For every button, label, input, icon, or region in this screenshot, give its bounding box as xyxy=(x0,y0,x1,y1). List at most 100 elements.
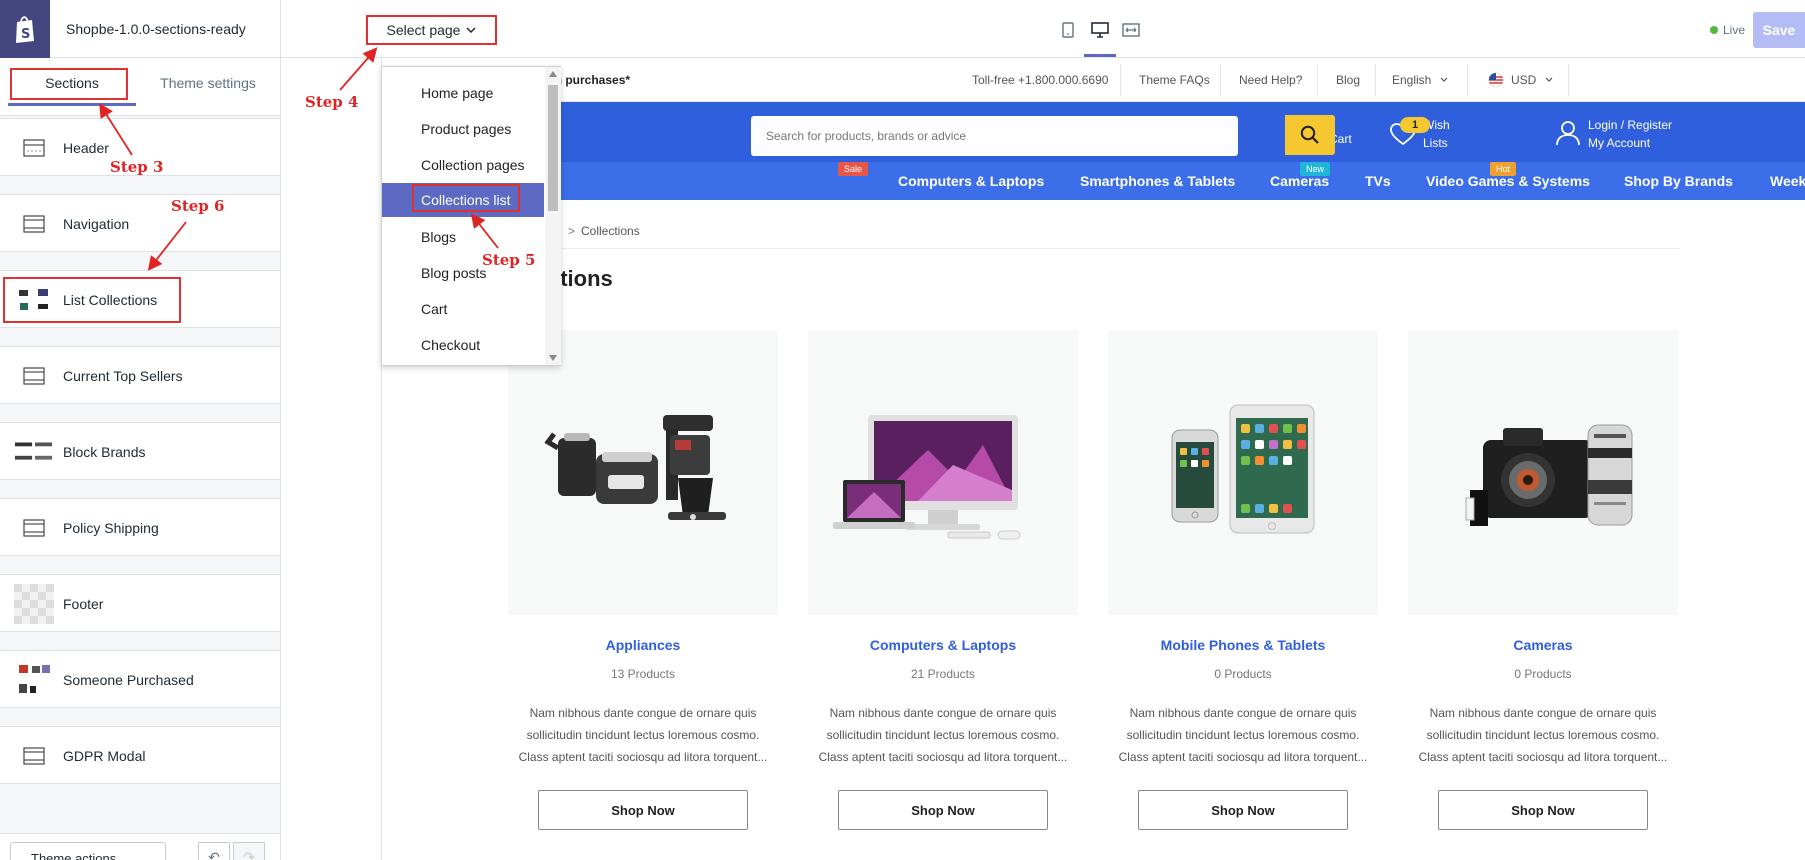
section-item-policy-shipping[interactable]: Policy Shipping xyxy=(0,498,280,556)
divider xyxy=(1568,64,1569,96)
section-label: Block Brands xyxy=(63,444,146,460)
theme-faqs-link[interactable]: Theme FAQs xyxy=(1139,58,1210,101)
section-layout-icon xyxy=(14,364,54,388)
collection-title[interactable]: Appliances xyxy=(508,637,778,653)
collection-count: 13 Products xyxy=(610,667,676,681)
menu-scrollbar[interactable] xyxy=(545,67,561,365)
step6-annotation: Step 6 xyxy=(171,197,225,215)
desktop-view-icon[interactable] xyxy=(1090,20,1110,40)
breadcrumb-divider xyxy=(382,248,1680,249)
section-item-block-brands[interactable]: Block Brands xyxy=(0,422,280,480)
camera-image[interactable] xyxy=(1408,330,1678,615)
sale-tag: Sale xyxy=(838,162,869,176)
appliances-image[interactable] xyxy=(508,330,778,615)
divider xyxy=(1467,64,1468,96)
nav-item-weekly-deals[interactable]: Weekly Deals xyxy=(1770,173,1805,189)
section-label: Policy Shipping xyxy=(63,520,159,536)
cart-count-badge: 1 xyxy=(1400,117,1430,133)
breadcrumb-separator: > xyxy=(568,224,576,238)
menu-item-cart[interactable]: Cart xyxy=(382,292,544,326)
login-register-link[interactable]: Login / Register xyxy=(1588,116,1672,134)
scroll-up-icon[interactable] xyxy=(549,71,557,77)
sidebar-tabs: Sections Theme settings xyxy=(0,58,280,116)
section-label: Navigation xyxy=(63,216,130,232)
chevron-down-icon xyxy=(1545,77,1553,82)
fullscreen-view-icon[interactable] xyxy=(1121,20,1141,40)
step4-annotation: Step 4 xyxy=(305,93,359,111)
shop-now-button[interactable]: Shop Now xyxy=(1138,790,1348,830)
collection-count: 0 Products xyxy=(1214,667,1272,681)
section-item-current-top-sellers[interactable]: Current Top Sellers xyxy=(0,346,280,404)
hot-tag: Hot xyxy=(1490,162,1517,176)
scrollbar-thumb[interactable] xyxy=(548,85,558,211)
section-label: Current Top Sellers xyxy=(63,368,183,384)
step5-highlight-box xyxy=(412,184,520,212)
currency-select[interactable]: USD xyxy=(1488,58,1553,101)
need-help-link[interactable]: Need Help? xyxy=(1239,58,1302,101)
section-item-gdpr-modal[interactable]: GDPR Modal xyxy=(0,726,280,784)
search-icon xyxy=(1300,125,1319,144)
collection-title[interactable]: Cameras xyxy=(1408,637,1678,653)
us-flag-icon xyxy=(1488,72,1504,87)
language-select[interactable]: English xyxy=(1392,58,1448,101)
collection-title[interactable]: Computers & Laptops xyxy=(808,637,1078,653)
section-layout-icon xyxy=(14,136,54,160)
mobile-view-icon[interactable] xyxy=(1058,20,1078,40)
divider xyxy=(1375,64,1376,96)
search-button[interactable] xyxy=(1285,115,1335,155)
scroll-down-icon[interactable] xyxy=(549,355,557,361)
collection-count: 0 Products xyxy=(1514,667,1572,681)
shopify-logo-icon[interactable]: S xyxy=(0,0,50,58)
editor-topbar: S Shopbe-1.0.0-sections-ready Select pag… xyxy=(0,0,1805,58)
language-label: English xyxy=(1392,72,1432,87)
section-label: GDPR Modal xyxy=(63,748,146,764)
step3-highlight-box xyxy=(10,68,128,100)
store-topbar: ping on all orders. No minimum purchases… xyxy=(382,58,1805,102)
search-input[interactable]: Search for products, brands or advice xyxy=(751,116,1238,156)
section-item-someone-purchased[interactable]: Someone Purchased xyxy=(0,650,280,708)
nav-item-computers[interactable]: Computers & Laptops xyxy=(898,173,1044,189)
collection-description: Nam nibhous dante congue de ornare quis … xyxy=(518,706,768,764)
computers-image[interactable] xyxy=(808,330,1078,615)
currency-label: USD xyxy=(1511,72,1537,87)
menu-item-collection-pages[interactable]: Collection pages xyxy=(382,148,544,182)
user-icon[interactable] xyxy=(1555,120,1581,146)
transparent-pattern-icon xyxy=(14,584,54,624)
view-selected-indicator xyxy=(1084,54,1116,57)
nav-item-smartphones[interactable]: Smartphones & Tablets xyxy=(1080,173,1235,189)
theme-actions-button[interactable]: Theme actions xyxy=(10,842,166,860)
live-label: Live xyxy=(1723,23,1746,37)
menu-item-checkout[interactable]: Checkout xyxy=(382,328,544,362)
collection-description: Nam nibhous dante congue de ornare quis … xyxy=(1418,706,1668,764)
live-dot-icon xyxy=(1710,26,1718,34)
blog-link[interactable]: Blog xyxy=(1336,58,1360,101)
brands-thumbnail-icon xyxy=(14,440,54,464)
section-item-footer[interactable]: Footer xyxy=(0,574,280,632)
toll-free-link[interactable]: Toll-free +1.800.000.6690 xyxy=(972,58,1108,101)
section-item-navigation[interactable]: Navigation xyxy=(0,194,280,252)
select-page-label: Select page xyxy=(386,22,461,38)
svg-text:S: S xyxy=(21,27,30,42)
redo-icon[interactable]: ↷ xyxy=(233,842,265,860)
tab-theme-settings[interactable]: Theme settings xyxy=(140,58,276,108)
menu-item-product-pages[interactable]: Product pages xyxy=(382,112,544,146)
phones-tablets-image[interactable] xyxy=(1108,330,1378,615)
search-placeholder: Search for products, brands or advice xyxy=(766,129,967,143)
select-page-dropdown[interactable]: Select page xyxy=(366,15,497,45)
collection-title[interactable]: Mobile Phones & Tablets xyxy=(1108,637,1378,653)
shop-now-button[interactable]: Shop Now xyxy=(538,790,748,830)
wishlist-label-line2[interactable]: Lists xyxy=(1423,134,1448,152)
menu-item-home-page[interactable]: Home page xyxy=(382,76,544,110)
shop-now-button[interactable]: Shop Now xyxy=(838,790,1048,830)
nav-item-shop-by-brands[interactable]: Shop By Brands xyxy=(1624,173,1733,189)
section-label: Header xyxy=(63,140,109,156)
section-label: Someone Purchased xyxy=(63,672,194,688)
save-button[interactable]: Save xyxy=(1753,12,1805,48)
divider xyxy=(1220,64,1221,96)
section-layout-icon xyxy=(14,212,54,236)
shop-now-button[interactable]: Shop Now xyxy=(1438,790,1648,830)
nav-item-tvs[interactable]: TVs xyxy=(1365,173,1391,189)
my-account-link[interactable]: My Account xyxy=(1588,134,1650,152)
menu-item-blogs[interactable]: Blogs xyxy=(382,220,544,254)
undo-icon[interactable]: ↶ xyxy=(198,842,230,860)
